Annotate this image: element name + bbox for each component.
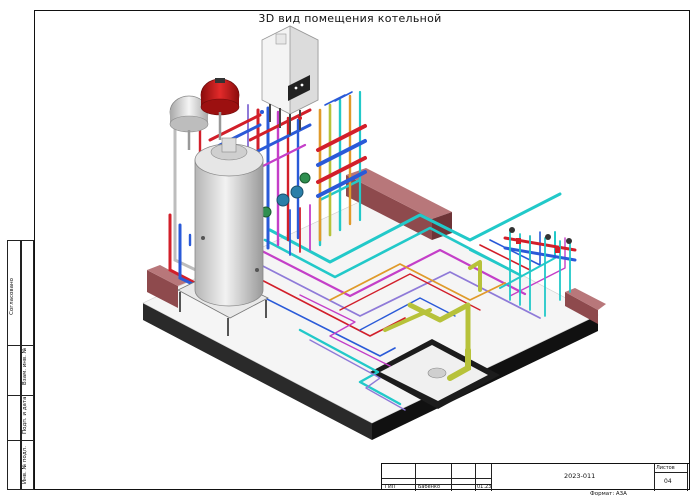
boiler-room-3d-view	[142, 25, 606, 440]
title-block-stamp: ГИП Бабенко 01.23 2023-011 Листов 04	[381, 463, 690, 491]
water-heater-tank	[194, 137, 264, 307]
project-code: 2023-011	[564, 472, 596, 480]
sheets-value: 04	[664, 478, 672, 485]
replaced-inv-label: Взам. инв. №	[22, 347, 28, 385]
stamp-name: Бабенко	[418, 484, 441, 490]
format-label: Формат: А3А	[590, 491, 627, 497]
stamp-role: ГИП	[385, 484, 396, 490]
signature-date-label: Подп. и дата	[22, 396, 28, 434]
sheets-label: Листов	[656, 465, 675, 471]
agreed-label: Согласовано	[9, 278, 15, 315]
drawing-sheet: 3D вид помещения котельной Согласовано В…	[0, 0, 700, 500]
inv-original-label: Инв. № подл.	[22, 446, 28, 484]
stamp-date: 01.23	[477, 484, 492, 490]
left-title-strip: Согласовано Взам. инв. № Подп. и дата Ин…	[7, 240, 34, 490]
